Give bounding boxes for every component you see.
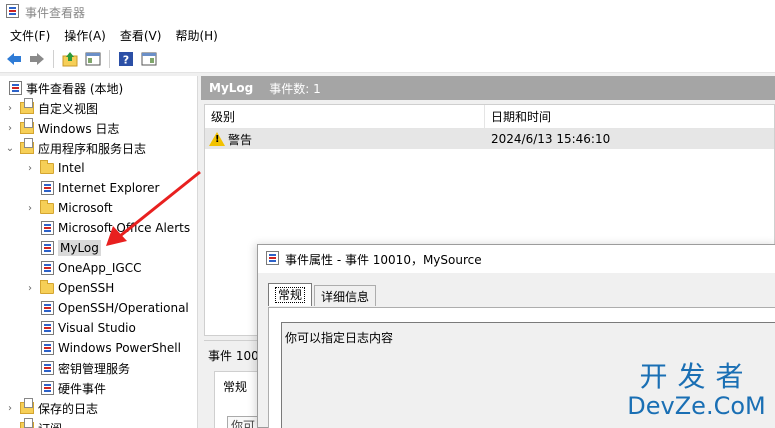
tree-item-app-service-logs[interactable]: ⌄ 应用程序和服务日志	[4, 138, 146, 158]
tree-item-windows-logs[interactable]: › Windows 日志	[4, 118, 119, 138]
menu-file[interactable]: 文件(F)	[4, 27, 56, 44]
event-viewer-icon	[6, 3, 19, 21]
log-icon	[39, 240, 55, 256]
event-message: 你可以指定日志内容	[285, 331, 394, 345]
tree-item-microsoft[interactable]: › Microsoft	[24, 198, 113, 218]
tab-details[interactable]: 详细信息	[314, 285, 377, 306]
warning-icon	[209, 132, 225, 146]
column-header-datetime[interactable]: 日期和时间	[485, 105, 774, 129]
tree-item-openssh[interactable]: › OpenSSH	[24, 278, 114, 298]
tree-item-intel[interactable]: › Intel	[24, 158, 85, 178]
log-icon	[39, 320, 55, 336]
tree-item-windows-powershell[interactable]: Windows PowerShell	[24, 338, 181, 358]
menu-action[interactable]: 操作(A)	[58, 27, 112, 44]
tree-item-hardware-events[interactable]: 硬件事件	[24, 378, 106, 398]
log-icon	[39, 180, 55, 196]
chevron-right-icon[interactable]: ›	[4, 123, 16, 134]
dialog-tabs: 常规 详细信息	[268, 283, 378, 307]
folder-doc-icon	[19, 118, 35, 136]
folder-doc-icon	[19, 138, 35, 156]
event-datetime: 2024/6/13 15:46:10	[491, 132, 611, 146]
tree-item-mylog[interactable]: MyLog	[24, 238, 101, 258]
event-viewer-icon	[7, 80, 23, 96]
tab-general[interactable]: 常规	[268, 283, 313, 306]
folder-icon	[39, 159, 55, 176]
watermark-line2: DevZe.CoM	[627, 392, 766, 420]
watermark-logo: 开发者 DevZe.CoM	[618, 360, 775, 421]
chevron-right-icon[interactable]: ›	[24, 203, 36, 214]
tree-item-custom-views[interactable]: › 自定义视图	[4, 98, 98, 118]
dialog-title: 事件属性 - 事件 10010，MySource	[285, 252, 482, 267]
tree-item-oneapp-igcc[interactable]: OneApp_IGCC	[24, 258, 141, 278]
event-level: 警告	[228, 132, 253, 147]
forward-arrow-icon[interactable]	[27, 49, 47, 69]
back-arrow-icon[interactable]	[4, 49, 24, 69]
table-row[interactable]: 警告 2024/6/13 15:46:10	[205, 129, 774, 149]
log-icon	[39, 220, 55, 236]
tree-item-internet-explorer[interactable]: Internet Explorer	[24, 178, 159, 198]
tree-item-subscriptions[interactable]: 订阅	[4, 418, 62, 428]
title-bar: 事件查看器	[0, 0, 775, 24]
tree-item-visual-studio[interactable]: Visual Studio	[24, 318, 136, 338]
detail-header: 事件 100	[208, 349, 259, 363]
show-hide-action-pane-icon[interactable]	[139, 49, 159, 69]
window-title: 事件查看器	[25, 5, 86, 20]
folder-doc-icon	[19, 418, 35, 428]
chevron-right-icon[interactable]: ›	[24, 163, 36, 174]
toolbar-separator	[109, 50, 110, 68]
folder-doc-icon	[19, 98, 35, 116]
log-icon	[39, 300, 55, 316]
folder-doc-icon	[19, 398, 35, 416]
log-icon	[39, 380, 55, 396]
tree-item-root[interactable]: 事件查看器 (本地)	[4, 78, 123, 98]
event-count: 事件数: 1	[269, 81, 321, 96]
folder-icon	[39, 279, 55, 296]
tree-item-office-alerts[interactable]: Microsoft Office Alerts	[24, 218, 190, 238]
chevron-right-icon[interactable]: ›	[24, 283, 36, 294]
menu-bar: 文件(F) 操作(A) 查看(V) 帮助(H)	[0, 24, 775, 46]
tree-item-saved-logs[interactable]: › 保存的日志	[4, 398, 98, 418]
chevron-down-icon[interactable]: ⌄	[4, 143, 16, 154]
navigation-tree: 事件查看器 (本地) › 自定义视图 › Windows 日志 ⌄ 应用程序和服…	[0, 76, 198, 428]
folder-icon	[39, 199, 55, 216]
toolbar-separator	[53, 50, 54, 68]
log-icon	[39, 340, 55, 356]
chevron-right-icon[interactable]: ›	[4, 103, 16, 114]
dialog-title-bar: 事件属性 - 事件 10010，MySource	[258, 245, 775, 273]
log-panel-header: MyLog 事件数: 1	[201, 76, 775, 100]
detail-tab-general[interactable]: 常规	[223, 378, 247, 395]
help-icon[interactable]: ?	[116, 49, 136, 69]
log-icon	[266, 250, 279, 268]
show-hide-tree-icon[interactable]	[83, 49, 103, 69]
column-header-level[interactable]: 级别	[205, 105, 485, 129]
tree-item-openssh-operational[interactable]: OpenSSH/Operational	[24, 298, 189, 318]
log-title: MyLog	[209, 81, 254, 95]
menu-help[interactable]: 帮助(H)	[169, 27, 223, 44]
up-folder-icon[interactable]	[60, 49, 80, 69]
log-icon	[39, 260, 55, 276]
toolbar: ?	[0, 46, 775, 73]
chevron-right-icon[interactable]: ›	[4, 403, 16, 414]
svg-text:?: ?	[123, 54, 129, 67]
watermark-line1: 开发者	[639, 360, 754, 393]
tree-item-key-management[interactable]: 密钥管理服务	[24, 358, 130, 378]
log-icon	[39, 360, 55, 376]
menu-view[interactable]: 查看(V)	[114, 27, 168, 44]
